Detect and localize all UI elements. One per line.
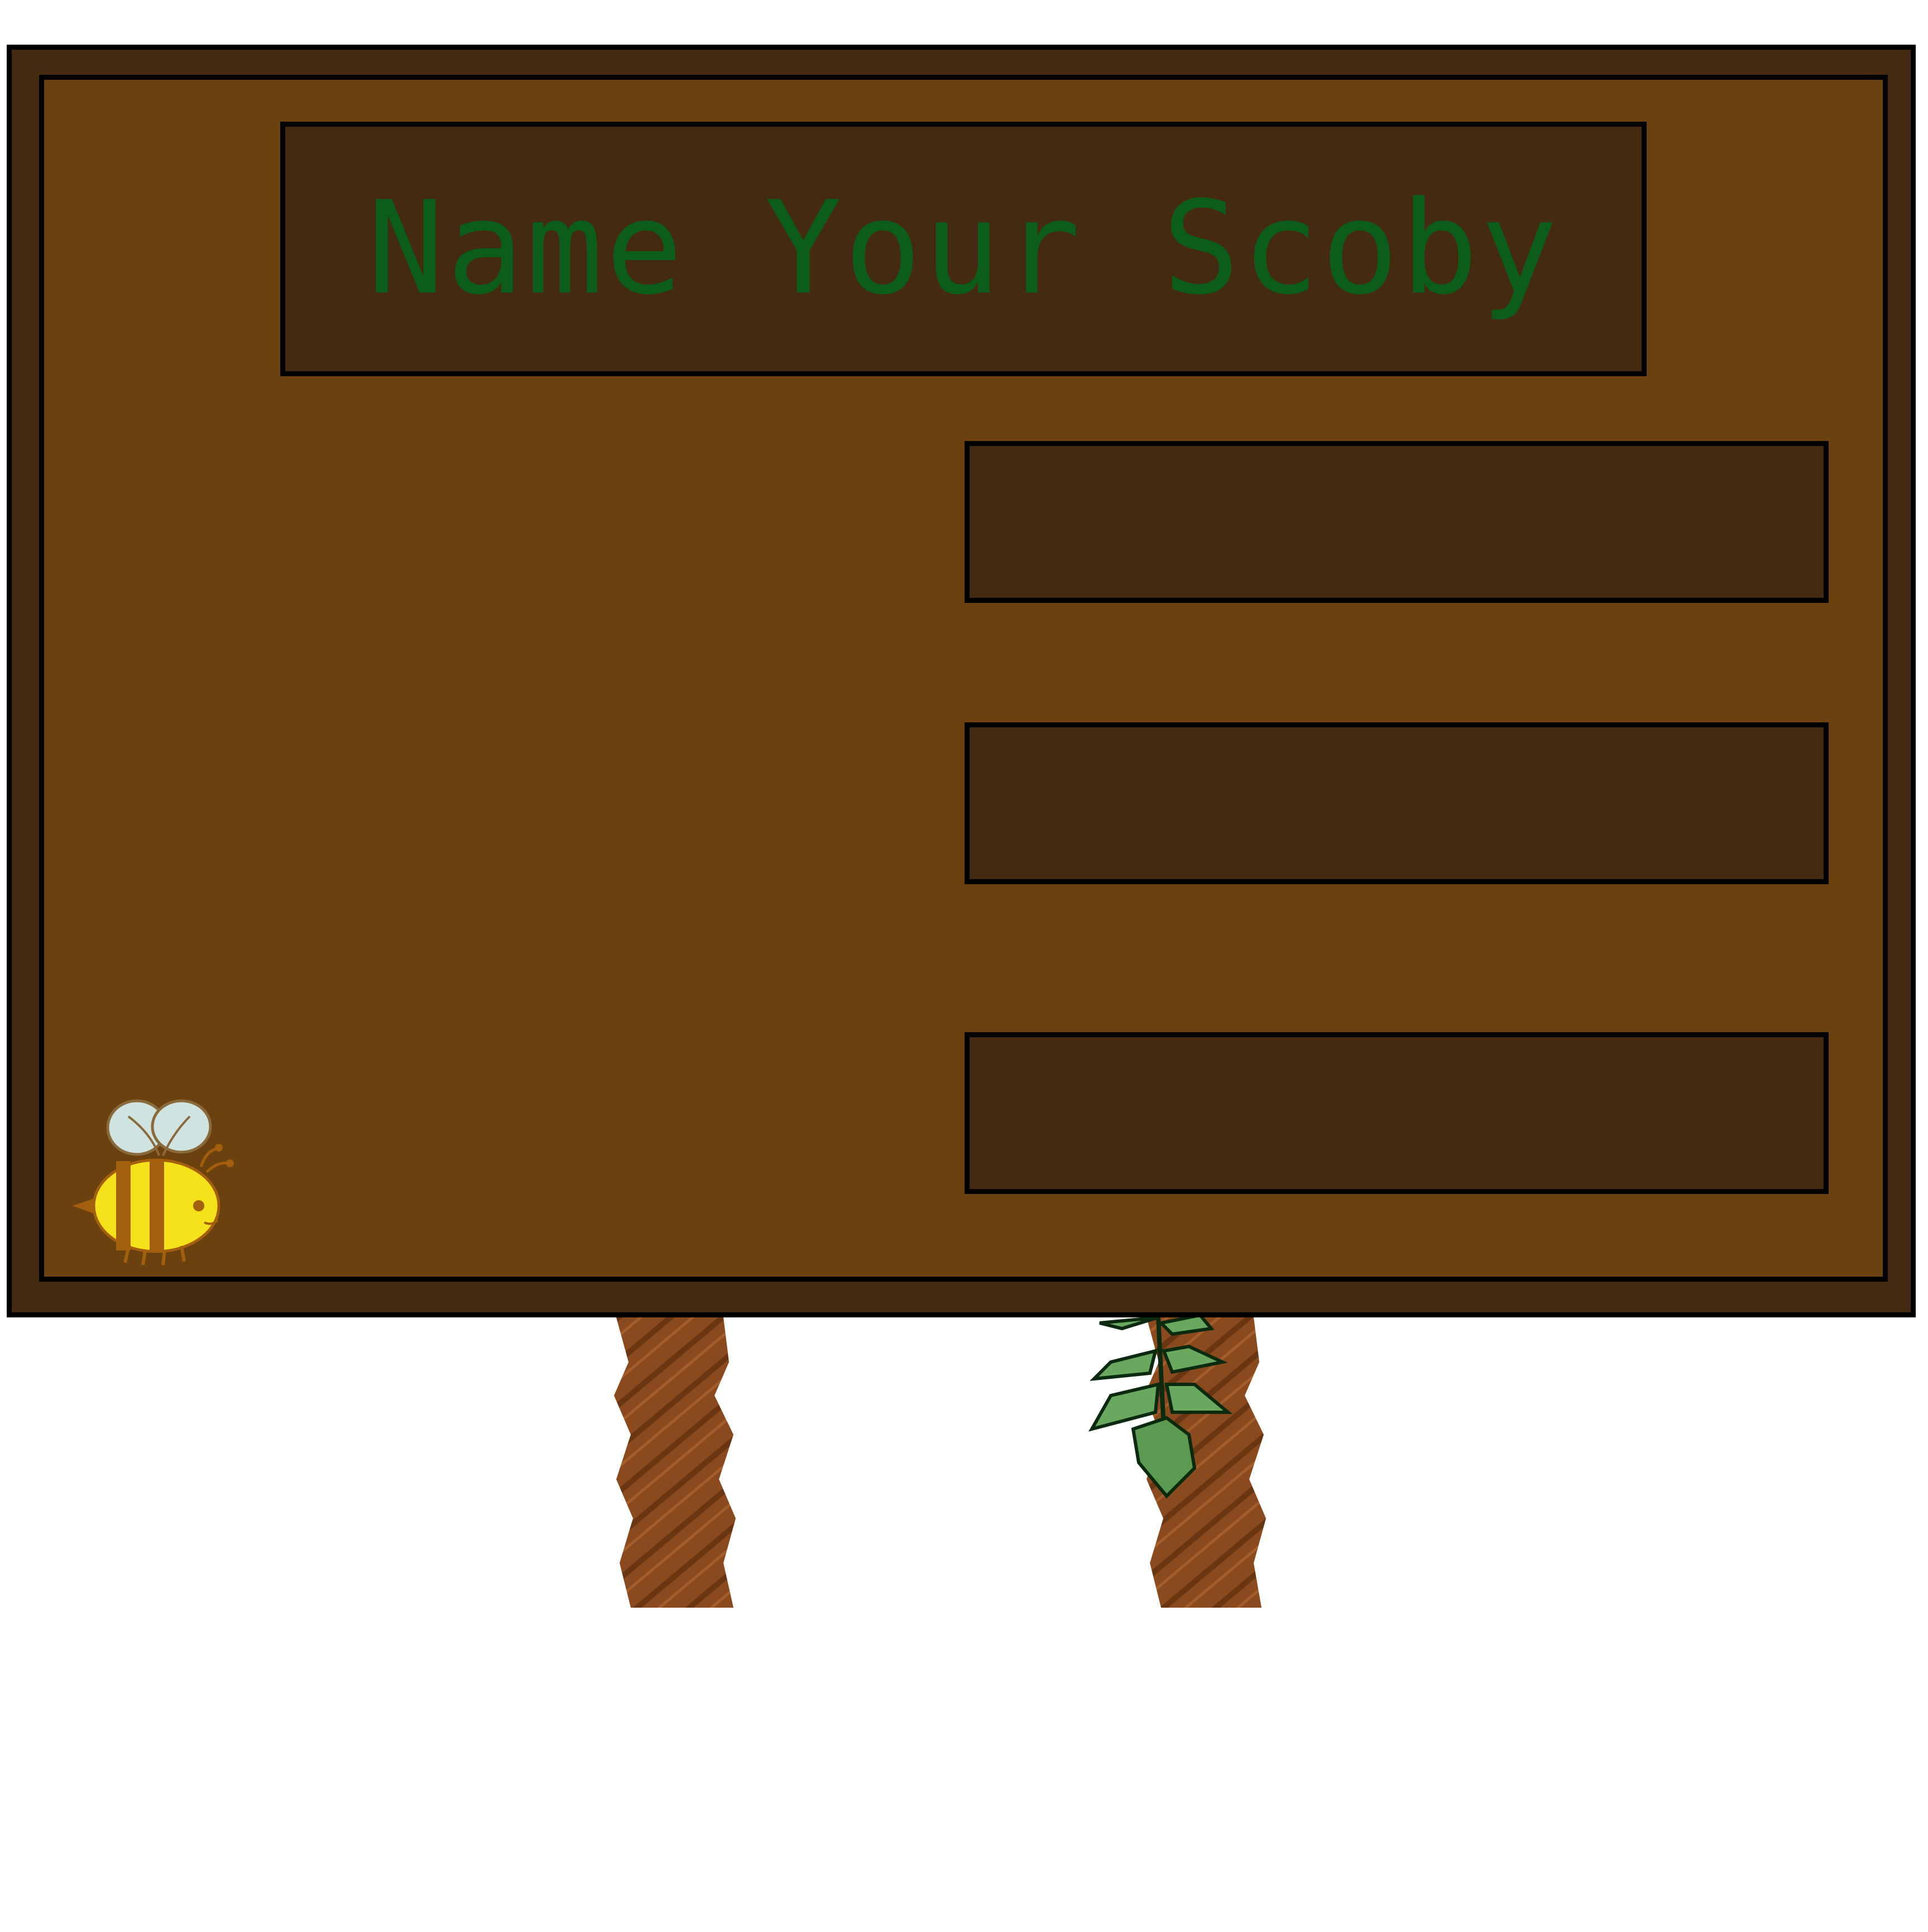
left-rope-post-icon [614, 1317, 736, 1608]
name-option-1-label [970, 446, 1824, 598]
name-option-2-button[interactable] [965, 722, 1829, 884]
name-option-2-label [970, 727, 1824, 879]
name-option-3-label [970, 1037, 1824, 1189]
right-rope-post-icon [1088, 1317, 1266, 1608]
title-banner: Name Your Scoby [280, 122, 1647, 376]
left-rope [614, 1317, 736, 1608]
name-option-3-button[interactable] [965, 1032, 1829, 1194]
page-title: Name Your Scoby [367, 174, 1560, 323]
name-option-1-button[interactable] [965, 441, 1829, 603]
game-screen: Name Your Scoby [0, 0, 1928, 1932]
bee-icon [73, 1099, 234, 1265]
